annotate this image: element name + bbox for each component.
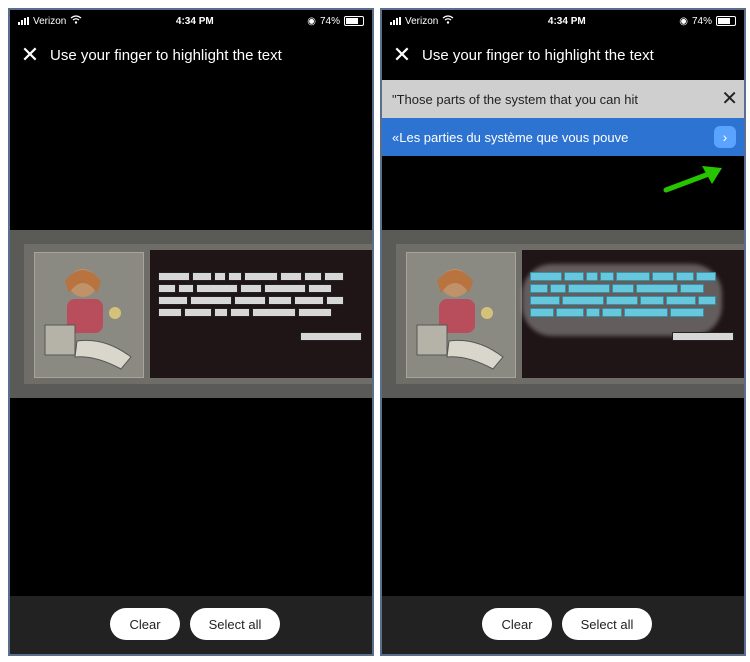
- poster: [24, 244, 372, 384]
- source-text: "Those parts of the system that you can …: [392, 91, 638, 107]
- wifi-icon: [442, 15, 454, 27]
- instruction-title: Use your finger to highlight the text: [422, 46, 654, 64]
- translation-panel[interactable]: «Les parties du système que vous pouve ›: [382, 118, 744, 156]
- status-bar: Verizon 4:34 PM ◉ 74%: [382, 10, 744, 32]
- battery-icon: [344, 16, 364, 26]
- bottom-action-bar: Clear Select all: [10, 596, 372, 654]
- camera-photo[interactable]: [10, 230, 372, 398]
- phone-screen-left: Verizon 4:34 PM ◉ 74% ✕ Use your finger …: [8, 8, 374, 656]
- carrier: Verizon: [405, 15, 439, 27]
- bottom-action-bar: Clear Select all: [382, 596, 744, 654]
- close-icon[interactable]: ✕: [10, 44, 50, 66]
- clock: 4:34 PM: [547, 15, 586, 27]
- battery-icon: [716, 16, 736, 26]
- chalkboard: [522, 250, 744, 378]
- camera-photo[interactable]: [382, 230, 744, 398]
- top-bar: ✕ Use your finger to highlight the text: [382, 38, 744, 72]
- status-bar: Verizon 4:34 PM ◉ 74%: [10, 10, 372, 32]
- annotation-arrow-icon: [663, 166, 722, 193]
- arrow-right-icon[interactable]: ›: [714, 126, 736, 148]
- clock: 4:34 PM: [175, 15, 214, 27]
- cartoon-illustration: [406, 252, 516, 378]
- clear-button[interactable]: Clear: [482, 608, 552, 640]
- battery-percent: 74%: [319, 15, 340, 27]
- close-icon[interactable]: ✕: [721, 86, 738, 111]
- signal-icon: [18, 17, 29, 25]
- close-icon[interactable]: ✕: [382, 44, 422, 66]
- alarm-icon: ◉: [679, 15, 688, 27]
- source-text-panel: "Those parts of the system that you can …: [382, 80, 744, 118]
- poster: [396, 244, 744, 384]
- alarm-icon: ◉: [307, 15, 316, 27]
- select-all-button[interactable]: Select all: [562, 608, 652, 640]
- instruction-title: Use your finger to highlight the text: [50, 46, 282, 64]
- translated-text: «Les parties du système que vous pouve: [392, 129, 629, 145]
- wifi-icon: [70, 15, 82, 27]
- chalkboard: [150, 250, 372, 378]
- clear-button[interactable]: Clear: [110, 608, 180, 640]
- select-all-button[interactable]: Select all: [190, 608, 280, 640]
- cartoon-illustration: [34, 252, 144, 378]
- carrier: Verizon: [33, 15, 67, 27]
- signal-icon: [390, 17, 401, 25]
- top-bar: ✕ Use your finger to highlight the text: [10, 38, 372, 72]
- phone-screen-right: Verizon 4:34 PM ◉ 74% ✕ Use your finger …: [380, 8, 746, 656]
- battery-percent: 74%: [691, 15, 712, 27]
